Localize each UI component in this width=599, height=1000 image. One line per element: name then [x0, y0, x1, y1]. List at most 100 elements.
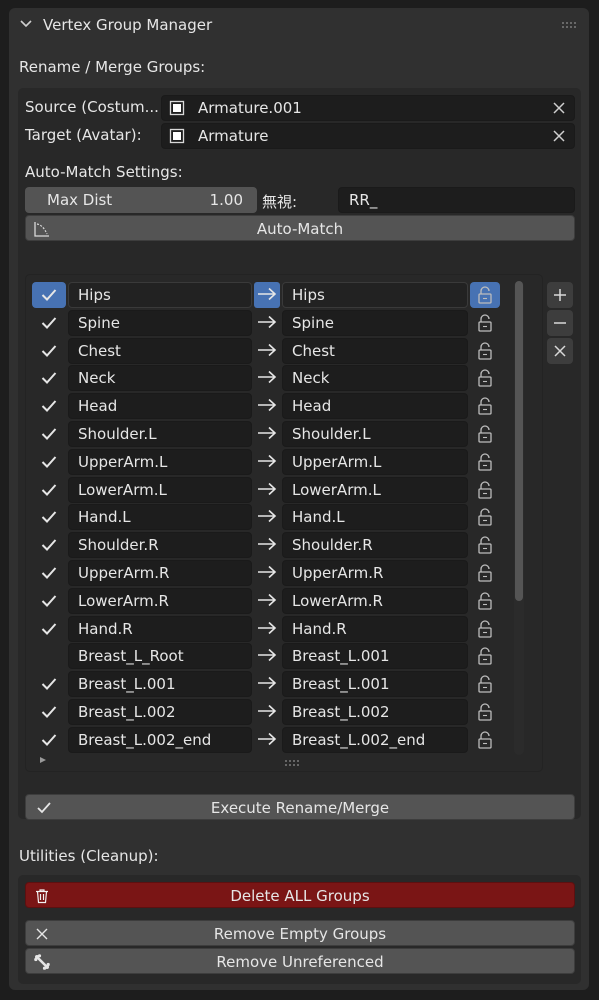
clear-mappings-button[interactable]: [547, 338, 573, 364]
row-checkbox[interactable]: [32, 310, 66, 336]
source-object-field[interactable]: Armature.001: [161, 95, 575, 121]
unlock-icon[interactable]: [470, 532, 500, 558]
target-group-field[interactable]: Breast_L.001: [282, 671, 468, 698]
unlock-icon[interactable]: [470, 699, 500, 725]
mapping-row[interactable]: Head Head: [26, 392, 544, 420]
row-checkbox[interactable]: [32, 504, 66, 530]
close-icon[interactable]: [552, 101, 566, 115]
max-dist-field[interactable]: Max Dist 1.00: [25, 187, 257, 213]
target-group-field[interactable]: Breast_L.001: [282, 643, 468, 670]
list-scrollbar[interactable]: [514, 281, 524, 755]
row-checkbox[interactable]: [32, 365, 66, 391]
unlock-icon[interactable]: [470, 504, 500, 530]
source-group-field[interactable]: Spine: [68, 309, 252, 336]
row-checkbox[interactable]: [32, 421, 66, 447]
unlock-icon[interactable]: [470, 671, 500, 697]
mapping-row[interactable]: Hand.R Hand.R: [26, 615, 544, 643]
source-group-field[interactable]: LowerArm.L: [68, 476, 252, 503]
source-group-field[interactable]: Breast_L.002: [68, 699, 252, 725]
add-mapping-button[interactable]: [547, 282, 573, 308]
mapping-row[interactable]: LowerArm.L LowerArm.L: [26, 476, 544, 504]
row-checkbox[interactable]: [32, 449, 66, 475]
row-checkbox[interactable]: [32, 699, 66, 725]
row-checkbox[interactable]: [32, 643, 66, 669]
source-group-field[interactable]: Breast_L.001: [68, 671, 252, 698]
source-group-field[interactable]: Breast_L.002_end: [68, 726, 252, 753]
mapping-row[interactable]: Breast_L.002_end Breast_L.002_end: [26, 726, 544, 754]
row-checkbox[interactable]: [32, 616, 66, 642]
source-group-field[interactable]: LowerArm.R: [68, 587, 252, 614]
mapping-row[interactable]: Breast_L_Root Breast_L.001: [26, 642, 544, 670]
remove-mapping-button[interactable]: [547, 310, 573, 336]
source-group-field[interactable]: UpperArm.L: [68, 448, 252, 475]
row-checkbox[interactable]: [32, 671, 66, 697]
source-group-field[interactable]: UpperArm.R: [68, 560, 252, 586]
row-checkbox[interactable]: [32, 532, 66, 558]
ignore-prefix-field[interactable]: RR_: [338, 187, 575, 213]
unlock-icon[interactable]: [470, 282, 500, 308]
resize-grip-icon[interactable]: [284, 753, 300, 766]
mapping-list[interactable]: Hips Hips Spine Spine Chest Chest Neck Neck Head…: [25, 274, 543, 772]
row-checkbox[interactable]: [32, 560, 66, 586]
panel-header[interactable]: Vertex Group Manager: [9, 8, 589, 42]
source-group-field[interactable]: Head: [68, 393, 252, 420]
target-group-field[interactable]: LowerArm.L: [282, 476, 468, 503]
mapping-row[interactable]: Shoulder.L Shoulder.L: [26, 420, 544, 448]
mapping-row[interactable]: Shoulder.R Shoulder.R: [26, 531, 544, 559]
chevron-down-icon[interactable]: [19, 17, 33, 31]
target-group-field[interactable]: Chest: [282, 337, 468, 364]
mapping-row[interactable]: Hips Hips: [26, 281, 544, 309]
row-checkbox[interactable]: [32, 477, 66, 503]
unlock-icon[interactable]: [470, 393, 500, 419]
unlock-icon[interactable]: [470, 727, 500, 753]
unlock-icon[interactable]: [470, 365, 500, 391]
target-group-field[interactable]: Hand.L: [282, 504, 468, 531]
mapping-row[interactable]: Neck Neck: [26, 364, 544, 392]
unlock-icon[interactable]: [470, 616, 500, 642]
remove-unreferenced-button[interactable]: Remove Unreferenced: [25, 948, 575, 974]
target-group-field[interactable]: Neck: [282, 365, 468, 392]
target-group-field[interactable]: UpperArm.L: [282, 448, 468, 475]
unlock-icon[interactable]: [470, 449, 500, 475]
row-checkbox[interactable]: [32, 282, 66, 308]
source-group-field[interactable]: Shoulder.L: [68, 421, 252, 447]
mapping-row[interactable]: Breast_L.001 Breast_L.001: [26, 670, 544, 698]
target-group-field[interactable]: Head: [282, 393, 468, 420]
source-group-field[interactable]: Shoulder.R: [68, 532, 252, 559]
mapping-row[interactable]: UpperArm.R UpperArm.R: [26, 559, 544, 587]
row-checkbox[interactable]: [32, 338, 66, 364]
source-group-field[interactable]: Chest: [68, 337, 252, 364]
delete-all-groups-button[interactable]: Delete ALL Groups: [25, 882, 575, 908]
row-checkbox[interactable]: [32, 727, 66, 753]
target-group-field[interactable]: Breast_L.002_end: [282, 726, 468, 753]
unlock-icon[interactable]: [470, 560, 500, 586]
row-checkbox[interactable]: [32, 393, 66, 419]
target-group-field[interactable]: LowerArm.R: [282, 587, 468, 614]
target-group-field[interactable]: Spine: [282, 309, 468, 336]
unlock-icon[interactable]: [470, 421, 500, 447]
list-scrollbar-thumb[interactable]: [515, 281, 523, 601]
target-group-field[interactable]: UpperArm.R: [282, 560, 468, 586]
close-icon[interactable]: [552, 129, 566, 143]
execute-rename-merge-button[interactable]: Execute Rename/Merge: [25, 794, 575, 820]
unlock-icon[interactable]: [470, 643, 500, 669]
source-group-field[interactable]: Hand.R: [68, 615, 252, 642]
expand-triangle-icon[interactable]: [38, 751, 48, 763]
auto-match-button[interactable]: Auto-Match: [25, 215, 575, 241]
source-group-field[interactable]: Neck: [68, 365, 252, 392]
target-group-field[interactable]: Breast_L.002: [282, 699, 468, 725]
mapping-row[interactable]: Chest Chest: [26, 337, 544, 365]
target-group-field[interactable]: Shoulder.R: [282, 532, 468, 559]
unlock-icon[interactable]: [470, 310, 500, 336]
mapping-row[interactable]: LowerArm.R LowerArm.R: [26, 587, 544, 615]
unlock-icon[interactable]: [470, 338, 500, 364]
mapping-row[interactable]: Spine Spine: [26, 309, 544, 337]
mapping-row[interactable]: UpperArm.L UpperArm.L: [26, 448, 544, 476]
unlock-icon[interactable]: [470, 588, 500, 614]
source-group-field[interactable]: Hips: [68, 282, 252, 308]
target-group-field[interactable]: Hips: [282, 282, 468, 308]
target-object-field[interactable]: Armature: [161, 123, 575, 149]
target-group-field[interactable]: Hand.R: [282, 615, 468, 642]
remove-empty-groups-button[interactable]: Remove Empty Groups: [25, 920, 575, 946]
unlock-icon[interactable]: [470, 477, 500, 503]
